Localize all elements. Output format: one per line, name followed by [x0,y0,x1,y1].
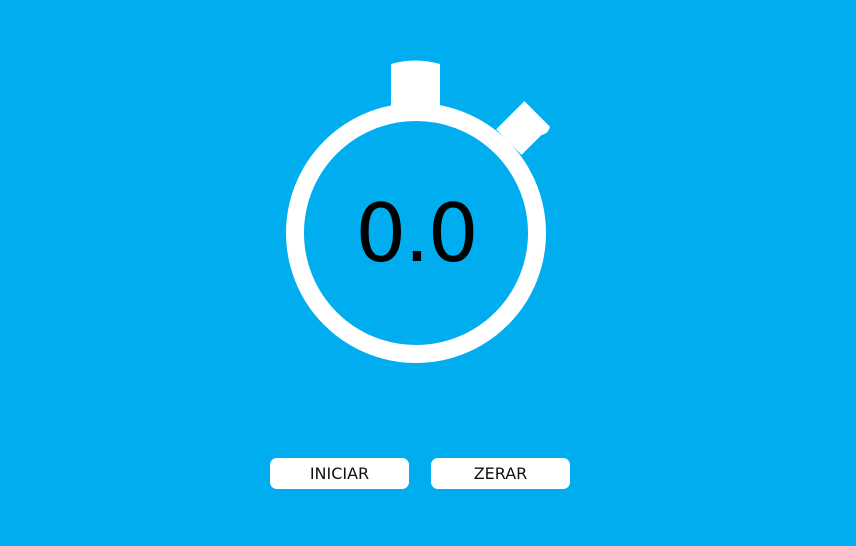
stopwatch-app: 0.0 INICIAR ZERAR [0,0,856,546]
stopwatch-crown [391,60,440,106]
start-button[interactable]: INICIAR [270,458,409,489]
time-display: 0.0 [355,187,478,280]
reset-button[interactable]: ZERAR [431,458,570,489]
